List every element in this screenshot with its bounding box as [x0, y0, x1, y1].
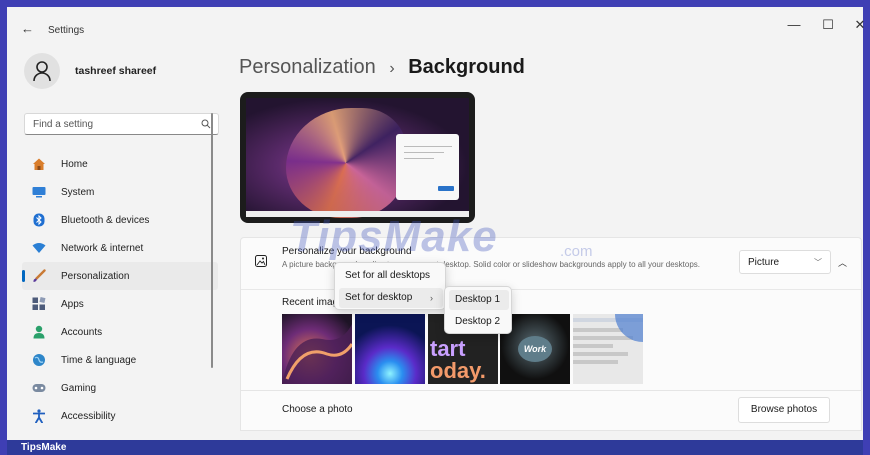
sidebar-item-label: Gaming: [61, 382, 97, 394]
minimize-button[interactable]: —: [779, 17, 809, 32]
sidebar-item-label: Accessibility: [61, 410, 116, 422]
sidebar-item-label: Home: [61, 158, 88, 170]
search-placeholder: Find a setting: [33, 119, 94, 130]
menu-item-label: Set for all desktops: [345, 270, 431, 281]
sidebar-item-label: Time & language: [61, 354, 137, 366]
menu-item-desktop-2[interactable]: Desktop 2: [449, 312, 509, 332]
brush-icon: [32, 269, 46, 283]
context-menu: Set for all desktops Set for desktop ›: [334, 262, 446, 310]
chevron-right-icon: ›: [430, 293, 433, 303]
sidebar-item-accessibility[interactable]: Accessibility: [22, 402, 218, 430]
menu-item-label: Desktop 1: [455, 294, 501, 305]
footer-brand: TipsMake: [21, 442, 67, 453]
gamepad-icon: [32, 381, 46, 395]
preview-window: [396, 134, 459, 200]
sidebar-item-label: Bluetooth & devices: [61, 214, 150, 226]
breadcrumb: Personalization › Background: [239, 56, 525, 79]
footer-bar: TipsMake: [7, 440, 863, 455]
apps-icon: [32, 297, 46, 311]
page-title: Background: [408, 56, 525, 78]
preview-button: [438, 186, 454, 191]
maximize-button[interactable]: ☐: [813, 17, 843, 33]
choose-photo-label: Choose a photo: [282, 404, 353, 415]
person-icon: [33, 61, 51, 82]
recent-image-2[interactable]: [355, 314, 425, 384]
sidebar-scrollbar[interactable]: [211, 113, 213, 368]
back-arrow-icon[interactable]: ←: [21, 21, 34, 36]
recent-image-1[interactable]: [282, 314, 352, 384]
sidebar: tashreef shareef Find a setting Home Sys…: [7, 47, 222, 447]
choose-photo-row: Choose a photo Browse photos: [240, 391, 862, 431]
desktop-submenu: Desktop 1 Desktop 2: [444, 286, 512, 334]
chevron-right-icon: ›: [389, 60, 395, 77]
sidebar-item-accounts[interactable]: Accounts: [22, 318, 218, 346]
menu-item-desktop-1[interactable]: Desktop 1: [449, 290, 509, 310]
chevron-up-icon[interactable]: ︿: [838, 256, 847, 269]
background-type-dropdown[interactable]: Picture ﹀: [739, 250, 831, 274]
monitor-icon: [32, 185, 46, 199]
user-name: tashreef shareef: [75, 65, 157, 77]
person-icon: [32, 325, 46, 339]
menu-item-set-all-desktops[interactable]: Set for all desktops: [339, 266, 443, 286]
sidebar-item-label: System: [61, 186, 95, 198]
sidebar-item-gaming[interactable]: Gaming: [22, 374, 218, 402]
sidebar-item-label: Apps: [61, 298, 84, 310]
sidebar-item-apps[interactable]: Apps: [22, 290, 218, 318]
watermark-suffix: .com: [560, 243, 593, 260]
sidebar-item-label: Network & internet: [61, 242, 144, 254]
wallpaper-swirl: [286, 108, 406, 218]
home-icon: [32, 157, 46, 171]
wifi-icon: [32, 241, 46, 255]
chevron-down-icon: ﹀: [814, 258, 822, 267]
sidebar-item-time-language[interactable]: Time & language: [22, 346, 218, 374]
search-input[interactable]: Find a setting: [24, 113, 219, 135]
picture-icon: [255, 255, 267, 267]
search-icon: [201, 119, 211, 129]
thumb-text-2: oday.: [430, 358, 486, 383]
sidebar-item-bluetooth[interactable]: Bluetooth & devices: [22, 206, 218, 234]
bluetooth-icon: [32, 213, 46, 227]
sidebar-item-label: Accounts: [61, 326, 103, 338]
menu-item-label: Desktop 2: [455, 316, 501, 327]
breadcrumb-parent[interactable]: Personalization: [239, 56, 376, 78]
sidebar-item-system[interactable]: System: [22, 178, 218, 206]
close-button[interactable]: ✕: [845, 17, 870, 33]
nav-list: Home System Bluetooth & devices Network …: [22, 150, 218, 430]
avatar[interactable]: [24, 53, 60, 89]
menu-item-label: Set for desktop: [345, 292, 413, 303]
sidebar-item-personalization[interactable]: Personalization: [22, 262, 218, 290]
selection-indicator: [22, 270, 25, 282]
globe-icon: [32, 353, 46, 367]
browse-photos-button[interactable]: Browse photos: [738, 397, 830, 423]
menu-item-set-for-desktop[interactable]: Set for desktop ›: [339, 288, 443, 308]
app-title: Settings: [48, 25, 85, 36]
accessibility-icon: [32, 409, 46, 423]
thumb-work-label: Work: [518, 336, 552, 362]
title-bar: ← Settings — ☐ ✕: [7, 7, 865, 47]
watermark: TipsMake: [290, 212, 498, 261]
sidebar-item-network[interactable]: Network & internet: [22, 234, 218, 262]
recent-image-5[interactable]: [573, 314, 643, 384]
dropdown-value: Picture: [748, 257, 780, 268]
sidebar-item-label: Personalization: [61, 270, 130, 282]
sidebar-item-home[interactable]: Home: [22, 150, 218, 178]
desktop-preview: [240, 92, 475, 223]
